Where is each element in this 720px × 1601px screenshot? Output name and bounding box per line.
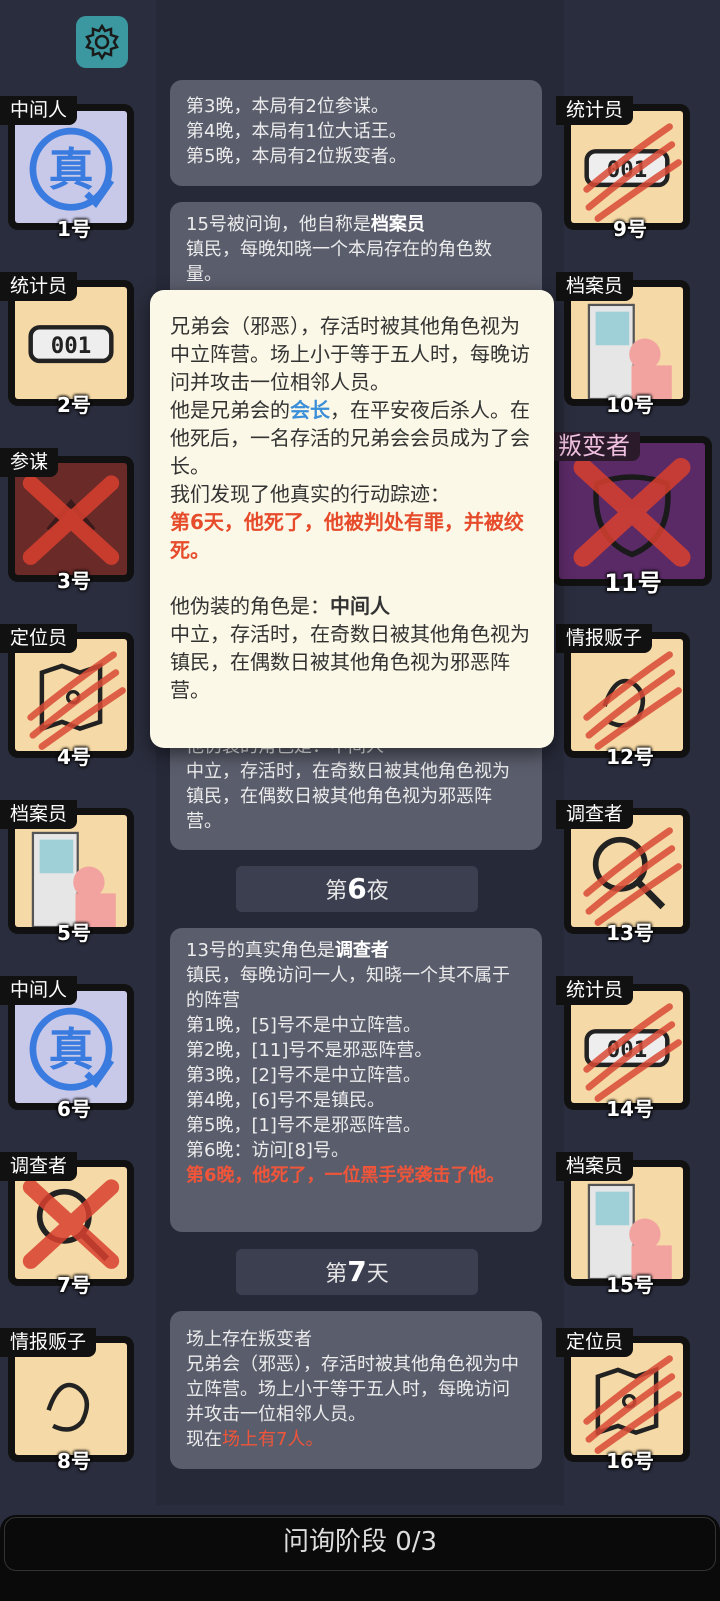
player-role-label: 档案员 [556, 272, 634, 301]
player-role-label: 定位员 [556, 1328, 634, 1357]
feed-line: 13号的真实角色是 [186, 940, 335, 961]
player-card[interactable]: 参谋 3号 [0, 448, 138, 593]
popup-text: 兄弟会（邪恶），存活时被其他角色视为中立阵营。场上小于等于五人时，每晚访问并攻击… [170, 314, 530, 394]
svg-text:真: 真 [49, 143, 94, 196]
feed-line: 第5晚，[1]号不是邪恶阵营。 [186, 1115, 421, 1136]
feed-line: 第5晚，本局有2位叛变者。 [186, 146, 407, 167]
popup-text: 中立，存活时，在奇数日被其他角色视为镇民，在偶数日被其他角色视为邪恶阵营。 [170, 622, 530, 702]
feed-line: 兄弟会（邪恶），存活时被其他角色视为中立阵营。场上小于等于五人时，每晚访问并攻击… [186, 1354, 519, 1425]
counter-icon: 001 [15, 287, 127, 399]
player-number: 15号 [606, 1273, 654, 1297]
player-number: 13号 [606, 921, 654, 945]
player-card[interactable]: 001 统计员 2号 [0, 272, 138, 417]
player-number: 12号 [606, 745, 654, 769]
role-name: 中间人 [330, 594, 390, 618]
true-badge-icon: 真 [15, 111, 127, 223]
player-number: 7号 [57, 1273, 91, 1297]
player-number: 2号 [57, 393, 91, 417]
player-role-label: 档案员 [556, 1152, 634, 1181]
player-number: 5号 [57, 921, 91, 945]
player-card[interactable]: 情报贩子 12号 [556, 624, 694, 769]
player-role-label: 统计员 [556, 976, 634, 1005]
player-card[interactable]: 真 中间人 1号 [0, 96, 138, 241]
player-role-label: 调查者 [0, 1152, 78, 1181]
feed-line: 第1晚，[5]号不是中立阵营。 [186, 1015, 421, 1036]
player-number: 8号 [57, 1449, 91, 1473]
player-number: 3号 [57, 569, 91, 593]
role-detail-popup[interactable]: 兄弟会（邪恶），存活时被其他角色视为中立阵营。场上小于等于五人时，每晚访问并攻击… [150, 290, 554, 748]
feed-line: 第3晚，本局有2位参谋。 [186, 96, 389, 117]
feed-line: 镇民，每晚知晓一个本局存在的角色数量。 [186, 239, 492, 285]
feed-card: 场上存在叛变者 兄弟会（邪恶），存活时被其他角色视为中立阵营。场上小于等于五人时… [170, 1311, 542, 1469]
gear-icon [85, 23, 119, 61]
feed-card: 13号的真实角色是调查者 镇民，每晚访问一人，知晓一个其不属于的阵营 第1晚，[… [170, 928, 542, 1232]
feed-card: 15号被问询，他自称是档案员 镇民，每晚知晓一个本局存在的角色数量。 [170, 202, 542, 302]
player-card[interactable]: 调查者 7号 [0, 1152, 138, 1297]
death-notice: 第6晚，他死了，一位黑手党袭击了他。 [186, 1165, 505, 1186]
player-card[interactable]: 定位员 4号 [0, 624, 138, 769]
player-card[interactable]: 叛变者 11号 [548, 432, 718, 597]
player-number: 9号 [613, 217, 647, 241]
feed-line: 第2晚，[11]号不是邪恶阵营。 [186, 1040, 433, 1061]
player-number: 14号 [606, 1097, 654, 1121]
player-role-label: 统计员 [556, 96, 634, 125]
feed-line: 15号被问询，他自称是 [186, 214, 371, 235]
svg-text:真: 真 [49, 1023, 94, 1076]
bookshelf-icon [15, 815, 127, 927]
player-card[interactable]: 档案员 10号 [556, 272, 694, 417]
feed-line: 第4晚，[6]号不是镇民。 [186, 1090, 385, 1111]
feed-line: 镇民，每晚访问一人，知晓一个其不属于的阵营 [186, 965, 510, 1011]
whisper-icon [15, 1343, 127, 1455]
player-role-label: 情报贩子 [556, 624, 653, 653]
player-role-label: 档案员 [0, 800, 78, 829]
phase-bar: 问询阶段 0/3 [0, 1515, 720, 1601]
event-feed[interactable]: 第3晚，本局有2位参谋。 第4晚，本局有1位大话王。 第5晚，本局有2位叛变者。… [156, 0, 564, 1505]
player-card[interactable]: 001 统计员 14号 [556, 976, 694, 1121]
settings-button[interactable] [76, 16, 128, 68]
role-name: 调查者 [334, 940, 389, 961]
player-number: 4号 [57, 745, 91, 769]
player-card[interactable]: 档案员 15号 [556, 1152, 694, 1297]
player-card[interactable]: 定位员 16号 [556, 1328, 694, 1473]
player-card[interactable]: 真 中间人 6号 [0, 976, 138, 1121]
death-notice: 第6天，他死了，他被判处有罪，并被绞死。 [170, 510, 524, 562]
feed-line: 第4晚，本局有1位大话王。 [186, 121, 407, 142]
day-separator: 第7天 [236, 1249, 478, 1295]
player-card[interactable]: 情报贩子 8号 [0, 1328, 138, 1473]
player-card[interactable]: 调查者 13号 [556, 800, 694, 945]
player-card[interactable]: 001 统计员 9号 [556, 96, 694, 241]
player-card[interactable]: 档案员 5号 [0, 800, 138, 945]
feed-line: 第6晚：访问[8]号。 [186, 1140, 349, 1161]
player-number: 6号 [57, 1097, 91, 1121]
true-badge-icon: 真 [15, 991, 127, 1103]
player-role-label: 情报贩子 [0, 1328, 97, 1357]
role-name: 档案员 [370, 214, 425, 235]
player-role-label: 中间人 [0, 96, 78, 125]
player-role-label: 调查者 [556, 800, 634, 829]
popup-text: 我们发现了他真实的行动踪迹： [170, 482, 450, 506]
bookshelf-icon [571, 1167, 683, 1279]
svg-text:001: 001 [51, 333, 91, 359]
player-role-label: 参谋 [0, 448, 59, 477]
feed-line: 中立，存活时，在奇数日被其他角色视为镇民，在偶数日被其他角色视为邪恶阵营。 [186, 761, 510, 832]
phase-label: 问询阶段 0/3 [282, 1527, 438, 1557]
bookshelf-icon [571, 287, 683, 399]
player-role-label: 中间人 [0, 976, 78, 1005]
feed-card: 第3晚，本局有2位参谋。 第4晚，本局有1位大话王。 第5晚，本局有2位叛变者。 [170, 80, 542, 186]
night-separator: 第6夜 [236, 866, 478, 912]
player-role-label: 叛变者 [548, 432, 640, 461]
player-role-label: 统计员 [0, 272, 78, 301]
feed-line: 场上存在叛变者 [186, 1329, 312, 1350]
player-number: 10号 [606, 393, 654, 417]
player-role-label: 定位员 [0, 624, 78, 653]
feed-line: 第3晚，[2]号不是中立阵营。 [186, 1065, 421, 1086]
player-number: 11号 [604, 569, 662, 597]
player-number: 16号 [606, 1449, 654, 1473]
role-link[interactable]: 会长 [290, 398, 330, 422]
player-number: 1号 [57, 217, 91, 241]
